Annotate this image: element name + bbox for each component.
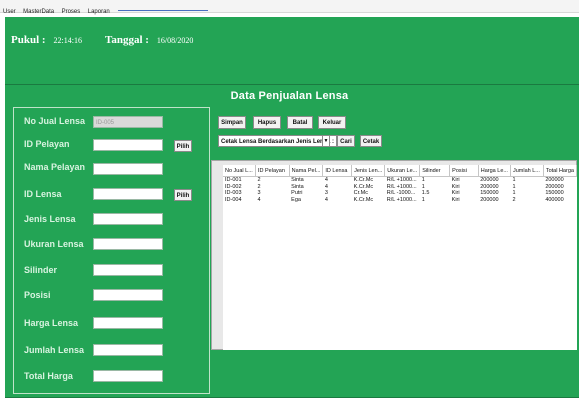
cari-button[interactable]: Cari bbox=[337, 135, 355, 147]
label-jenis-lensa: Jenis Lensa bbox=[24, 214, 76, 224]
table-cell: 2 bbox=[257, 177, 261, 184]
table-cell: 1 bbox=[512, 177, 516, 184]
label-total-harga: Total Harga bbox=[24, 371, 73, 381]
label-jumlah-lensa: Jumlah Lensa bbox=[24, 345, 85, 355]
silinder-input[interactable] bbox=[93, 264, 163, 276]
col-header[interactable]: Total Harga bbox=[543, 165, 578, 177]
table-cell: 4 bbox=[324, 177, 328, 184]
label-no-jual-lensa: No Jual Lensa bbox=[24, 116, 86, 126]
date-label: Tanggal : bbox=[105, 34, 149, 46]
sales-table-area: No Jual L... ID Pelayan Nama Pel... ID L… bbox=[223, 165, 578, 350]
table-cell: Sinta bbox=[291, 177, 304, 184]
label-id-pelayan: ID Pelayan bbox=[24, 139, 70, 149]
ukuran-lensa-input[interactable] bbox=[93, 238, 163, 250]
simpan-button[interactable]: Simpan bbox=[218, 116, 246, 129]
label-ukuran-lensa: Ukuran Lensa bbox=[24, 239, 84, 249]
jumlah-lensa-input[interactable] bbox=[93, 344, 163, 356]
cetak-jenis-lensa-combo[interactable]: Cetak Lensa Berdasarkan Jenis Lensa : bbox=[218, 135, 338, 147]
time-label: Pukul : bbox=[11, 34, 46, 46]
menu-bar: User MasterData Proses Laporan bbox=[0, 0, 579, 15]
table-cell: 200000 bbox=[545, 177, 564, 184]
table-cell: K.Cr.Mc bbox=[353, 196, 374, 203]
clock-header: Pukul : 22:14:16 Tanggal : 16/08/2020 bbox=[11, 30, 193, 48]
cetak-button[interactable]: Cetak bbox=[360, 135, 382, 147]
col-header[interactable]: Silinder bbox=[419, 165, 451, 177]
table-cell: Ega bbox=[291, 196, 301, 203]
table-cell: Kiri bbox=[451, 196, 460, 203]
table-cell: K.Cr.Mc bbox=[353, 177, 374, 184]
table-row[interactable]: ID-004 4 Ega 4 K.Cr.Mc R/L +1000... 1 Ki… bbox=[223, 197, 577, 204]
label-nama-pelayan: Nama Pelayan bbox=[24, 162, 86, 172]
harga-lensa-input[interactable] bbox=[93, 317, 163, 329]
table-cell: 2 bbox=[512, 196, 516, 203]
table-cell: 200000 bbox=[480, 177, 499, 184]
col-header[interactable]: Jumlah L... bbox=[510, 165, 544, 177]
menu-highlight-line bbox=[118, 10, 208, 11]
keluar-button[interactable]: Keluar bbox=[318, 116, 346, 129]
date-value: 16/08/2020 bbox=[156, 36, 194, 45]
hapus-button[interactable]: Hapus bbox=[253, 116, 281, 129]
table-cell: R/L +1000... bbox=[386, 196, 417, 203]
pilih-lensa-button[interactable]: Pilih bbox=[174, 189, 192, 201]
table-cell: R/L +1000... bbox=[386, 183, 417, 190]
label-silinder: Silinder bbox=[24, 265, 58, 275]
posisi-input[interactable] bbox=[93, 289, 163, 301]
col-header[interactable]: ID Pelayan bbox=[255, 165, 290, 177]
table-cell: R/L +1000... bbox=[386, 177, 417, 184]
col-header[interactable]: ID Lensa bbox=[322, 165, 353, 177]
header-divider bbox=[5, 84, 579, 85]
table-header-row: No Jual L... ID Pelayan Nama Pel... ID L… bbox=[223, 165, 578, 177]
col-header[interactable]: Nama Pel... bbox=[289, 165, 324, 177]
table-cell: Kiri bbox=[451, 177, 460, 184]
page-title: Data Penjualan Lensa bbox=[230, 90, 349, 102]
label-harga-lensa: Harga Lensa bbox=[24, 318, 79, 328]
table-cell: 1 bbox=[421, 196, 425, 203]
table-cell: 4 bbox=[324, 196, 328, 203]
sales-table: No Jual L... ID Pelayan Nama Pel... ID L… bbox=[223, 165, 578, 204]
total-harga-input[interactable] bbox=[93, 370, 163, 382]
id-pelayan-input[interactable] bbox=[93, 139, 163, 151]
jenis-lensa-input[interactable] bbox=[93, 213, 163, 225]
table-cell: R/L -1000... bbox=[386, 190, 416, 197]
nama-pelayan-input[interactable] bbox=[93, 163, 163, 175]
id-lensa-input[interactable] bbox=[93, 188, 163, 200]
col-header[interactable]: Harga Le... bbox=[478, 165, 511, 177]
combo-dropdown-icon[interactable]: ▼ bbox=[322, 135, 330, 147]
label-id-lensa: ID Lensa bbox=[24, 189, 62, 199]
table-cell: 1 bbox=[421, 177, 425, 184]
no-jual-lensa-input[interactable]: ID-005 bbox=[93, 116, 163, 128]
table-cell: ID-001 bbox=[225, 177, 242, 184]
batal-button[interactable]: Batal bbox=[287, 116, 313, 129]
footer-divider bbox=[5, 397, 579, 398]
col-header[interactable]: Jenis Len... bbox=[351, 165, 386, 177]
time-value: 22:14:16 bbox=[53, 36, 82, 45]
col-header[interactable]: Ukuran Le... bbox=[384, 165, 421, 177]
table-cell: 400000 bbox=[545, 196, 564, 203]
col-header[interactable]: Posisi bbox=[449, 165, 479, 177]
table-cell: 4 bbox=[257, 196, 261, 203]
table-row[interactable]: ID-001 2 Sinta 4 K.Cr.Mc R/L +1000... 1 … bbox=[223, 177, 577, 184]
table-cell: 200000 bbox=[480, 196, 499, 203]
col-header[interactable]: No Jual L... bbox=[223, 165, 256, 177]
table-cell: ID-004 bbox=[225, 196, 242, 203]
pilih-pelayan-button[interactable]: Pilih bbox=[174, 140, 192, 152]
label-posisi: Posisi bbox=[24, 290, 51, 300]
